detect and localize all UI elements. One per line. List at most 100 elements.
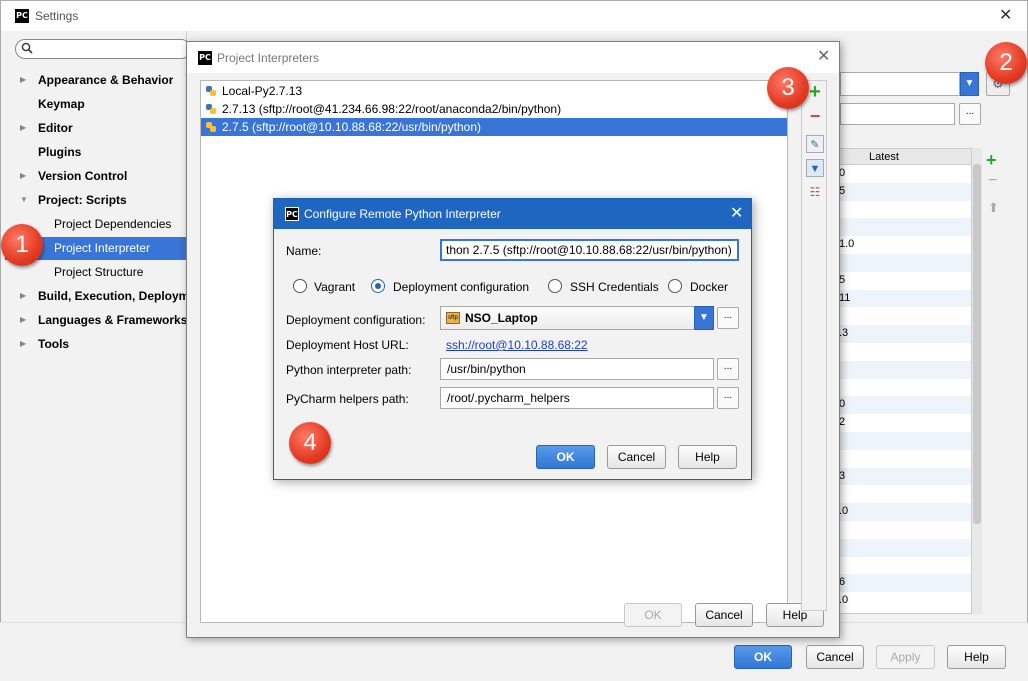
annotation-badge-1: 1	[1, 224, 43, 266]
deployment-config-browse-button[interactable]: ...	[717, 307, 739, 329]
sidebar-item-editor[interactable]: Editor	[38, 117, 73, 139]
interpreter-item-selected[interactable]: 2.7.5 (sftp://root@10.10.88.68:22/usr/bi…	[201, 118, 787, 136]
table-row[interactable]	[839, 450, 971, 468]
table-row[interactable]	[839, 557, 971, 575]
table-row[interactable]: 3	[839, 467, 971, 486]
sidebar-item-project-scripts[interactable]: Project: Scripts	[38, 189, 127, 211]
path-field[interactable]	[840, 103, 955, 125]
sidebar-item-project-dependencies[interactable]: Project Dependencies	[54, 213, 171, 235]
sidebar-item-tools[interactable]: Tools	[38, 333, 69, 355]
sidebar-item-keymap[interactable]: Keymap	[38, 93, 85, 115]
expand-right-icon[interactable]: ▶	[20, 122, 30, 134]
vagrant-radio[interactable]	[293, 279, 307, 293]
interpreter-path-browse-button[interactable]: ...	[717, 358, 739, 380]
filter-icon[interactable]: ▼	[806, 159, 824, 177]
expand-right-icon[interactable]: ▶	[20, 74, 30, 86]
deployment-config-dropdown-icon[interactable]: ▼	[694, 306, 714, 330]
table-row[interactable]	[839, 379, 971, 397]
interpreter-label: 2.7.13 (sftp://root@41.234.66.98:22/root…	[222, 102, 562, 116]
upgrade-package-icon[interactable]: ⬆	[988, 200, 999, 216]
table-row[interactable]	[839, 538, 971, 557]
search-icon	[21, 42, 33, 54]
interpreter-select[interactable]	[840, 72, 960, 96]
table-row[interactable]	[839, 253, 971, 272]
table-row[interactable]: 11	[839, 289, 971, 308]
interpreters-title: Project Interpreters	[217, 51, 320, 65]
packages-toolbar: + − ⬆	[984, 148, 1006, 614]
sidebar-item-appearance-behavior[interactable]: Appearance & Behavior	[38, 69, 173, 91]
deployment-config-radio[interactable]	[371, 279, 385, 293]
table-row[interactable]	[839, 431, 971, 450]
settings-search-input[interactable]	[15, 39, 191, 59]
table-row[interactable]: 0	[839, 165, 971, 183]
table-row[interactable]: 1.0	[839, 236, 971, 254]
table-row[interactable]: .0	[839, 503, 971, 521]
expand-down-icon[interactable]: ▼	[20, 194, 30, 206]
configure-ok-button[interactable]: OK	[536, 445, 595, 469]
settings-help-button[interactable]: Help	[947, 645, 1006, 669]
settings-close-icon[interactable]: ✕	[999, 8, 1012, 24]
table-row[interactable]	[839, 218, 971, 237]
table-row[interactable]: 0	[839, 396, 971, 415]
interpreters-title-bar: PC Project Interpreters ✕	[187, 42, 839, 73]
sidebar-item-version-control[interactable]: Version Control	[38, 165, 127, 187]
table-row[interactable]	[839, 343, 971, 361]
table-row[interactable]: .0	[839, 592, 971, 610]
table-row[interactable]: .3	[839, 325, 971, 343]
table-row[interactable]	[839, 307, 971, 325]
interpreter-dropdown-arrow-icon[interactable]: ▼	[960, 72, 979, 96]
docker-radio[interactable]	[668, 279, 682, 293]
deployment-config-radio-label[interactable]: Deployment configuration	[393, 280, 529, 294]
docker-label[interactable]: Docker	[690, 280, 728, 294]
name-field[interactable]: thon 2.7.5 (sftp://root@10.10.88.68:22/u…	[440, 239, 739, 261]
sidebar-item-plugins[interactable]: Plugins	[38, 141, 81, 163]
expand-right-icon[interactable]: ▶	[20, 314, 30, 326]
expand-right-icon[interactable]: ▶	[20, 170, 30, 182]
packages-latest-header: Latest	[839, 149, 971, 165]
add-package-icon[interactable]: +	[986, 150, 997, 171]
interpreters-ok-button[interactable]: OK	[624, 603, 682, 627]
python-icon	[206, 122, 216, 132]
table-row[interactable]	[839, 521, 971, 539]
table-row[interactable]: 2	[839, 414, 971, 432]
deployment-config-select[interactable]: sftp NSO_Laptop	[440, 306, 714, 330]
scrollbar-thumb[interactable]	[973, 164, 981, 524]
interpreter-item[interactable]: 2.7.13 (sftp://root@41.234.66.98:22/root…	[201, 100, 787, 118]
interpreters-close-icon[interactable]: ✕	[817, 49, 830, 65]
settings-cancel-button[interactable]: Cancel	[806, 645, 864, 669]
interpreter-path-field[interactable]: /usr/bin/python	[440, 358, 714, 380]
edit-interpreter-icon[interactable]: ✎	[806, 135, 824, 153]
settings-apply-button[interactable]: Apply	[876, 645, 935, 669]
vagrant-label[interactable]: Vagrant	[314, 280, 355, 294]
show-paths-icon[interactable]: ☷	[806, 183, 824, 201]
table-row[interactable]: 5	[839, 182, 971, 201]
expand-right-icon[interactable]: ▶	[20, 290, 30, 302]
helpers-path-field[interactable]: /root/.pycharm_helpers	[440, 387, 714, 409]
pycharm-logo-icon: PC	[285, 207, 299, 221]
configure-cancel-button[interactable]: Cancel	[607, 445, 666, 469]
table-row[interactable]	[839, 201, 971, 219]
packages-scrollbar[interactable]	[972, 148, 982, 614]
python-icon	[206, 86, 216, 96]
table-row[interactable]: 6	[839, 574, 971, 593]
table-row[interactable]	[839, 360, 971, 379]
ssh-credentials-radio[interactable]	[548, 279, 562, 293]
interpreters-cancel-button[interactable]: Cancel	[695, 603, 753, 627]
expand-right-icon[interactable]: ▶	[20, 338, 30, 350]
settings-ok-button[interactable]: OK	[734, 645, 792, 669]
sidebar-item-project-structure[interactable]: Project Structure	[54, 261, 143, 283]
ssh-credentials-label[interactable]: SSH Credentials	[570, 280, 659, 294]
sidebar-item-languages-frameworks[interactable]: Languages & Frameworks	[38, 309, 187, 331]
table-row[interactable]	[839, 485, 971, 503]
sidebar-item-project-interpreter[interactable]: Project Interpreter	[54, 237, 150, 259]
helpers-path-browse-button[interactable]: ...	[717, 387, 739, 409]
path-browse-button[interactable]: ...	[959, 103, 981, 125]
sidebar-item-build-execution-deployment[interactable]: Build, Execution, Deployment	[38, 285, 187, 307]
table-row[interactable]: 5	[839, 272, 971, 290]
configure-close-icon[interactable]: ✕	[730, 206, 743, 222]
interpreter-item[interactable]: Local-Py2.7.13	[201, 82, 787, 100]
remove-package-icon[interactable]: −	[988, 172, 997, 190]
configure-help-button[interactable]: Help	[678, 445, 737, 469]
host-url-link[interactable]: ssh://root@10.10.88.68:22	[446, 338, 588, 352]
remove-interpreter-icon[interactable]: −	[806, 107, 824, 125]
